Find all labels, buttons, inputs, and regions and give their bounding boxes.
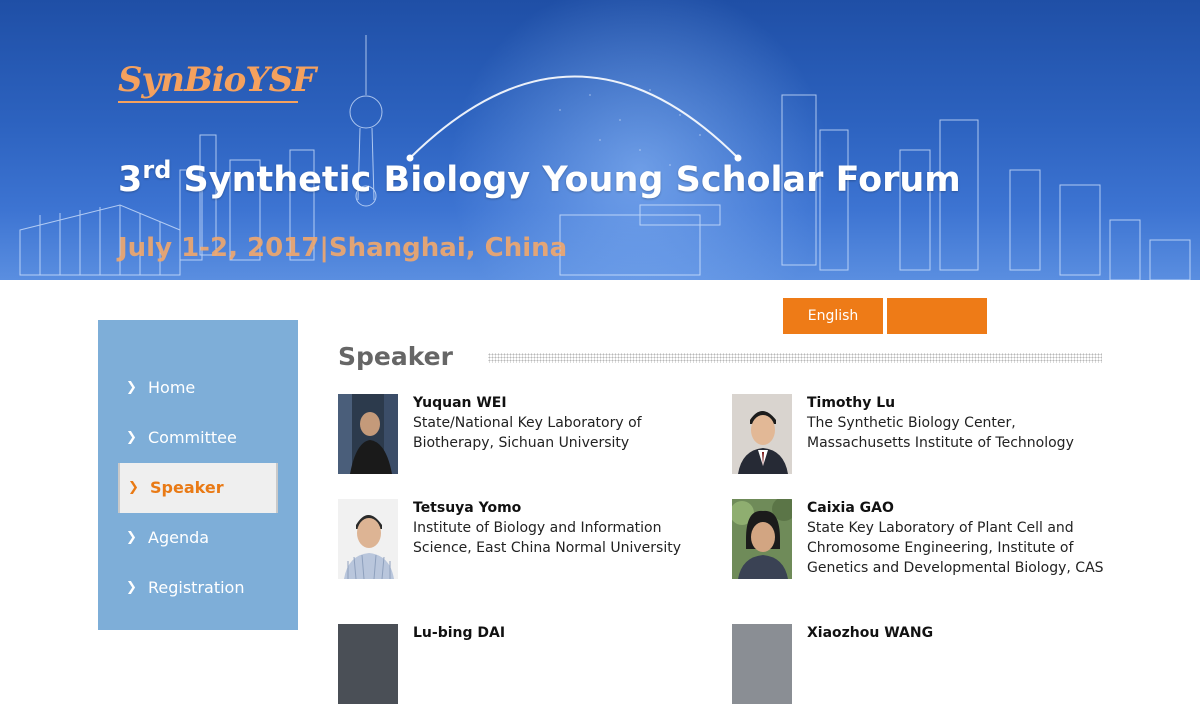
speaker-affiliation: The Synthetic Biology Center, Massachuse… bbox=[807, 415, 1074, 451]
chevron-right-icon: ❯ bbox=[126, 430, 137, 445]
sidebar-nav: ❯ Home ❯ Committee ❯ Speaker ❯ Agenda ❯ … bbox=[98, 320, 298, 630]
page-title: 3rd Synthetic Biology Young Scholar Foru… bbox=[118, 156, 961, 200]
speaker-card: Tetsuya Yomo Institute of Biology and In… bbox=[338, 499, 718, 589]
speaker-photo[interactable] bbox=[338, 624, 398, 704]
speaker-affiliation: Institute of Biology and Information Sci… bbox=[413, 520, 681, 556]
sidebar-item-speaker[interactable]: ❯ Speaker bbox=[118, 463, 278, 513]
sidebar-item-registration[interactable]: ❯ Registration bbox=[118, 563, 278, 613]
english-language-button[interactable]: English bbox=[783, 298, 883, 334]
event-date-location: July 1-2, 2017|Shanghai, China bbox=[118, 233, 568, 263]
speaker-name: Caixia GAO bbox=[807, 500, 894, 516]
title-ordinal-suffix: rd bbox=[142, 156, 172, 184]
chevron-right-icon: ❯ bbox=[126, 380, 137, 395]
speaker-name: Lu-bing DAI bbox=[413, 625, 506, 641]
sidebar-item-label: Agenda bbox=[148, 528, 210, 547]
sidebar-item-label: Registration bbox=[148, 578, 245, 597]
title-ordinal: 3 bbox=[118, 160, 143, 200]
header-banner: SynBioYSF 3rd Synthetic Biology Young Sc… bbox=[0, 0, 1200, 280]
speaker-card: Yuquan WEI State/National Key Laboratory… bbox=[338, 394, 718, 484]
sidebar-item-home[interactable]: ❯ Home bbox=[118, 363, 278, 413]
speaker-name: Yuquan WEI bbox=[413, 395, 507, 411]
speaker-card: Lu-bing DAI bbox=[338, 624, 718, 714]
speaker-name: Tetsuya Yomo bbox=[413, 500, 522, 516]
dotted-divider bbox=[488, 353, 1102, 363]
sidebar-item-label: Committee bbox=[148, 428, 237, 447]
chevron-right-icon: ❯ bbox=[126, 580, 137, 595]
sidebar-item-label: Home bbox=[148, 378, 196, 397]
title-text: Synthetic Biology Young Scholar Forum bbox=[171, 160, 961, 200]
speaker-card: Timothy Lu The Synthetic Biology Center,… bbox=[732, 394, 1112, 484]
speaker-affiliation: State/National Key Laboratory of Biother… bbox=[413, 415, 642, 451]
synbioysf-logo[interactable]: SynBioYSF bbox=[118, 60, 316, 106]
section-title: Speaker bbox=[338, 342, 453, 371]
speaker-name: Timothy Lu bbox=[807, 395, 896, 411]
logo-text: SynBioYSF bbox=[118, 60, 316, 100]
chevron-right-icon: ❯ bbox=[126, 530, 137, 545]
sidebar-item-label: Speaker bbox=[150, 478, 224, 497]
sidebar-item-agenda[interactable]: ❯ Agenda bbox=[118, 513, 278, 563]
speaker-card: Caixia GAO State Key Laboratory of Plant… bbox=[732, 499, 1112, 609]
logo-underline bbox=[118, 101, 298, 103]
chinese-language-button[interactable] bbox=[887, 298, 987, 334]
speaker-photo[interactable] bbox=[732, 394, 792, 474]
speaker-photo[interactable] bbox=[338, 394, 398, 474]
chevron-right-icon: ❯ bbox=[128, 480, 139, 495]
speaker-photo[interactable] bbox=[338, 499, 398, 579]
speaker-photo[interactable] bbox=[732, 624, 792, 704]
speaker-affiliation: State Key Laboratory of Plant Cell and C… bbox=[807, 520, 1104, 576]
sidebar-item-committee[interactable]: ❯ Committee bbox=[118, 413, 278, 463]
speaker-photo[interactable] bbox=[732, 499, 792, 579]
speaker-name: Xiaozhou WANG bbox=[807, 625, 934, 641]
speaker-card: Xiaozhou WANG bbox=[732, 624, 1112, 714]
